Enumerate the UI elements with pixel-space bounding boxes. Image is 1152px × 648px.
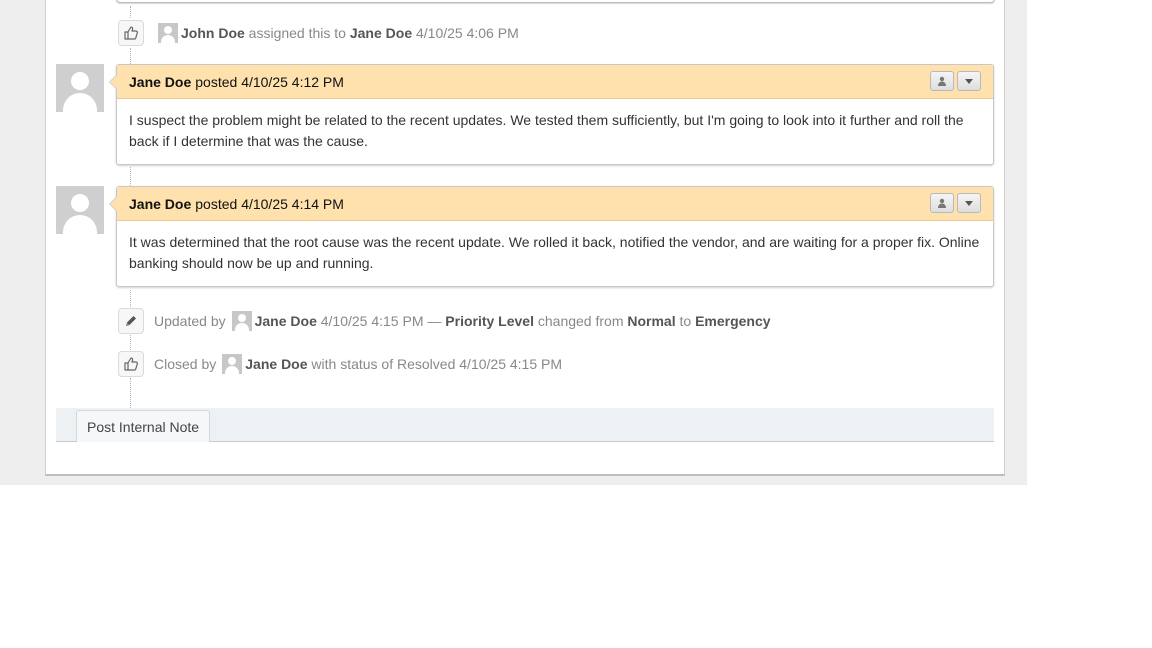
note-verb: posted xyxy=(195,73,238,90)
avatar xyxy=(222,354,243,374)
to-text: to xyxy=(679,313,692,329)
new-value: Emergency xyxy=(695,313,771,329)
changed-from-text: changed from xyxy=(537,313,624,329)
note-actions xyxy=(927,71,981,91)
note-header: Jane Doe posted 4/10/25 4:12 PM xyxy=(109,65,993,99)
thumbs-up-icon xyxy=(118,20,144,46)
thread-line xyxy=(130,6,131,18)
event-timestamp: 4/10/25 4:06 PM xyxy=(416,25,519,41)
post-internal-note-tab[interactable]: Post Internal Note xyxy=(76,410,211,442)
event-timestamp: 4/10/25 4:15 PM xyxy=(320,313,424,329)
event-timestamp: 4/10/25 4:15 PM xyxy=(459,356,563,372)
note-menu-button[interactable] xyxy=(957,71,981,91)
note-timestamp: 4/10/25 4:12 PM xyxy=(241,73,344,90)
thumbs-up-icon xyxy=(118,351,144,377)
author-avatar xyxy=(56,64,104,112)
user-icon-button[interactable] xyxy=(930,71,954,91)
previous-note-edge xyxy=(116,0,995,3)
thread-line xyxy=(130,48,131,64)
thread-line xyxy=(130,167,131,186)
thread-line xyxy=(130,335,131,350)
note-body: It was determined that the root cause wa… xyxy=(129,234,980,271)
avatar xyxy=(231,311,252,331)
note-author[interactable]: Jane Doe xyxy=(129,196,191,212)
actor-name[interactable]: John Doe xyxy=(181,25,245,41)
note-card: Jane Doe posted 4/10/25 4:14 PM It was d… xyxy=(109,186,994,287)
author-avatar xyxy=(56,186,104,234)
note-card: Jane Doe posted 4/10/25 4:12 PM I suspec… xyxy=(109,64,994,165)
note-body: I suspect the problem might be related t… xyxy=(129,112,964,149)
user-icon-button[interactable] xyxy=(930,193,954,213)
avatar xyxy=(158,23,178,43)
caret-down-icon xyxy=(965,79,973,84)
status-text: with status of Resolved xyxy=(311,356,456,372)
assigned-event: John Doe assigned this to Jane Doe 4/10/… xyxy=(118,20,519,46)
event-action: assigned this to xyxy=(248,25,346,41)
note-author[interactable]: Jane Doe xyxy=(129,74,191,90)
note-header: Jane Doe posted 4/10/25 4:14 PM xyxy=(109,187,993,221)
caret-down-icon xyxy=(965,201,973,206)
action-bar: Post Internal Note xyxy=(56,408,994,442)
old-value: Normal xyxy=(627,313,676,329)
note-actions xyxy=(927,193,981,213)
actor-name[interactable]: Jane Doe xyxy=(255,313,317,329)
updated-event: Updated by Jane Doe 4/10/25 4:15 PM — Pr… xyxy=(118,308,771,334)
assignee-name[interactable]: Jane Doe xyxy=(350,25,412,41)
changed-field: Priority Level xyxy=(445,313,534,329)
note-verb: posted xyxy=(195,195,238,212)
user-icon xyxy=(938,198,946,208)
note-menu-button[interactable] xyxy=(957,193,981,213)
thread-line xyxy=(130,290,131,307)
thread-line xyxy=(130,378,131,408)
note-timestamp: 4/10/25 4:14 PM xyxy=(241,195,344,212)
event-prefix: Updated by xyxy=(154,313,226,329)
actor-name[interactable]: Jane Doe xyxy=(245,356,307,372)
dash-separator: — xyxy=(427,313,442,329)
event-prefix: Closed by xyxy=(154,356,217,372)
user-icon xyxy=(938,76,946,86)
closed-event: Closed by Jane Doe with status of Resolv… xyxy=(118,351,562,377)
pencil-icon xyxy=(118,308,144,334)
